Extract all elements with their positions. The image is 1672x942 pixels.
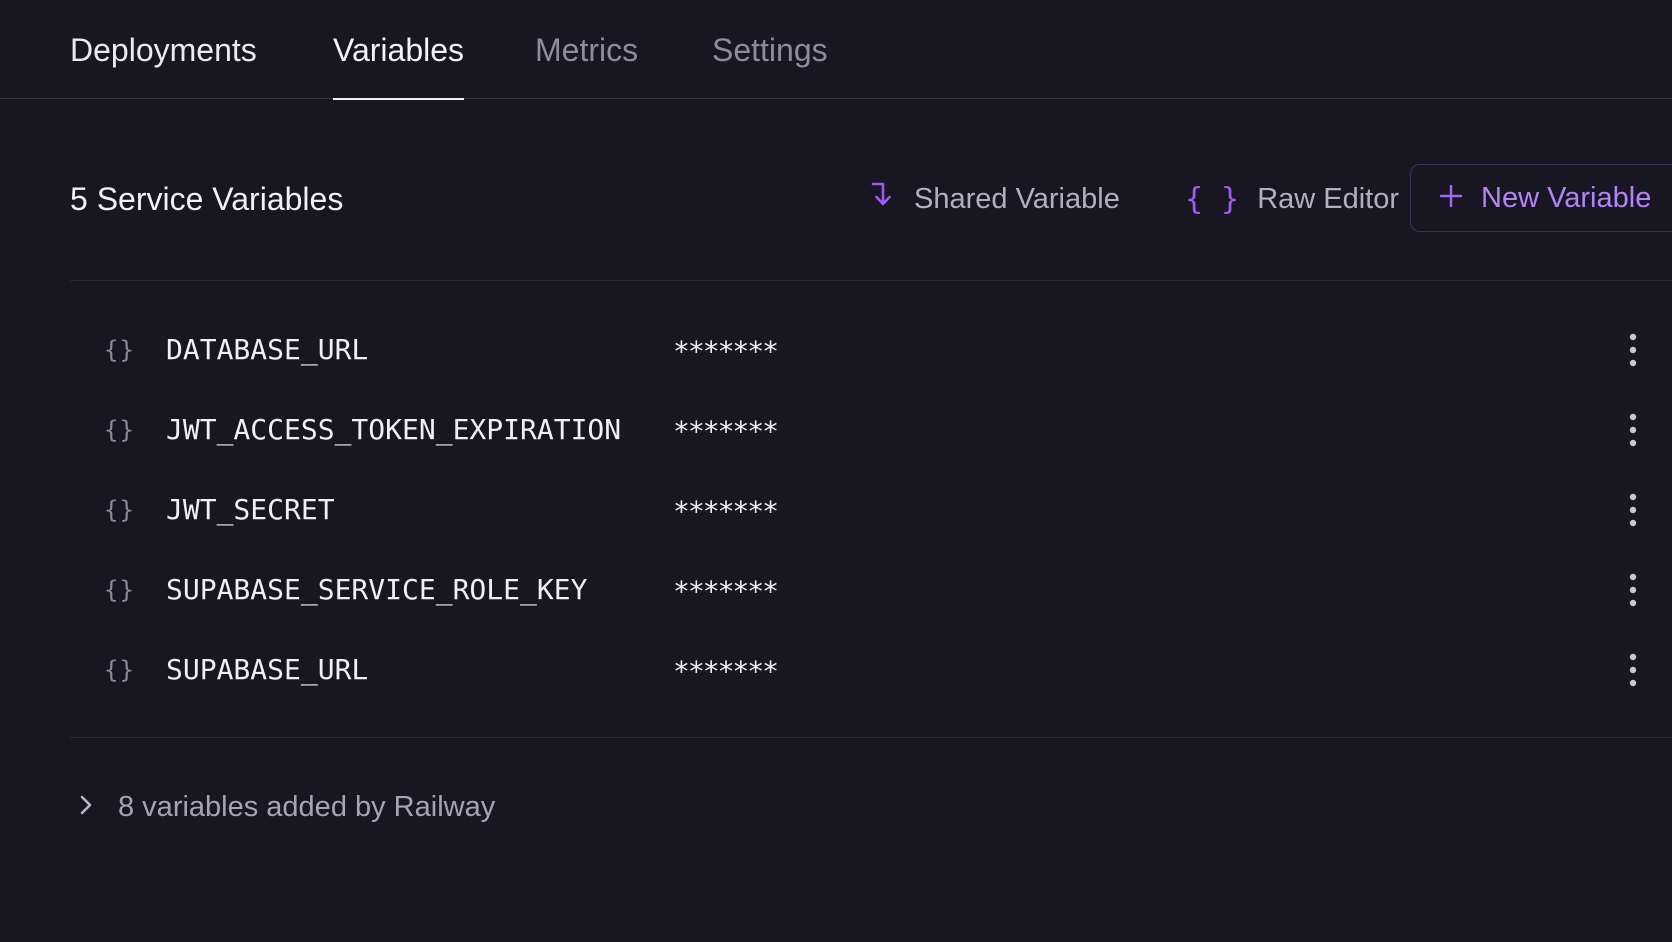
more-vertical-icon[interactable]: [1618, 570, 1648, 610]
variable-value[interactable]: *******: [673, 552, 779, 632]
variables-header: 5 Service Variables Shared Variable { } R…: [70, 164, 1672, 234]
variable-value[interactable]: *******: [673, 392, 779, 472]
variable-name: DATABASE_URL: [166, 333, 369, 366]
variable-value[interactable]: *******: [673, 472, 779, 552]
raw-editor-label: Raw Editor: [1257, 183, 1400, 215]
tab-settings[interactable]: Settings: [712, 0, 828, 99]
arrow-turn-down-icon: [870, 165, 896, 235]
variable-name: JWT_ACCESS_TOKEN_EXPIRATION: [166, 413, 622, 446]
tab-metrics[interactable]: Metrics: [535, 0, 638, 99]
more-vertical-icon[interactable]: [1618, 330, 1648, 370]
variable-row[interactable]: {} SUPABASE_SERVICE_ROLE_KEY *******: [70, 550, 1672, 630]
chevron-right-icon: [76, 777, 96, 839]
page-title: 5 Service Variables: [70, 181, 344, 217]
railway-variables-label: 8 variables added by Railway: [118, 791, 496, 823]
variable-name: JWT_SECRET: [166, 493, 335, 526]
tab-variables[interactable]: Variables: [333, 0, 465, 100]
variable-row[interactable]: {} DATABASE_URL *******: [70, 310, 1672, 390]
railway-variables-toggle[interactable]: 8 variables added by Railway: [70, 776, 495, 838]
braces-icon: {}: [104, 496, 135, 524]
variable-value[interactable]: *******: [673, 312, 779, 392]
tab-bar: Deployments Variables Metrics Settings: [0, 0, 1672, 100]
variable-row[interactable]: {} JWT_SECRET *******: [70, 470, 1672, 550]
more-vertical-icon[interactable]: [1618, 490, 1648, 530]
braces-icon: {}: [104, 416, 135, 444]
new-variable-label: New Variable: [1481, 182, 1652, 214]
divider: [70, 280, 1672, 281]
new-variable-button[interactable]: New Variable: [1410, 164, 1672, 232]
braces-icon: {}: [104, 576, 135, 604]
raw-editor-button[interactable]: { } Raw Editor: [1185, 164, 1399, 234]
variable-list: {} DATABASE_URL ******* {} JWT_ACCESS_TO…: [70, 310, 1672, 710]
variable-name: SUPABASE_SERVICE_ROLE_KEY: [166, 573, 588, 606]
braces-icon: {}: [104, 336, 135, 364]
shared-variable-button[interactable]: Shared Variable: [870, 164, 1120, 234]
tab-deployments[interactable]: Deployments: [70, 0, 257, 99]
variable-row[interactable]: {} SUPABASE_URL *******: [70, 630, 1672, 710]
more-vertical-icon[interactable]: [1618, 650, 1648, 690]
braces-icon: {}: [104, 656, 135, 684]
braces-icon: { }: [1185, 182, 1240, 218]
plus-icon: [1439, 166, 1463, 232]
divider: [70, 737, 1672, 738]
variable-name: SUPABASE_URL: [166, 653, 369, 686]
variable-value[interactable]: *******: [673, 632, 779, 712]
variable-row[interactable]: {} JWT_ACCESS_TOKEN_EXPIRATION *******: [70, 390, 1672, 470]
shared-variable-label: Shared Variable: [914, 183, 1120, 215]
more-vertical-icon[interactable]: [1618, 410, 1648, 450]
